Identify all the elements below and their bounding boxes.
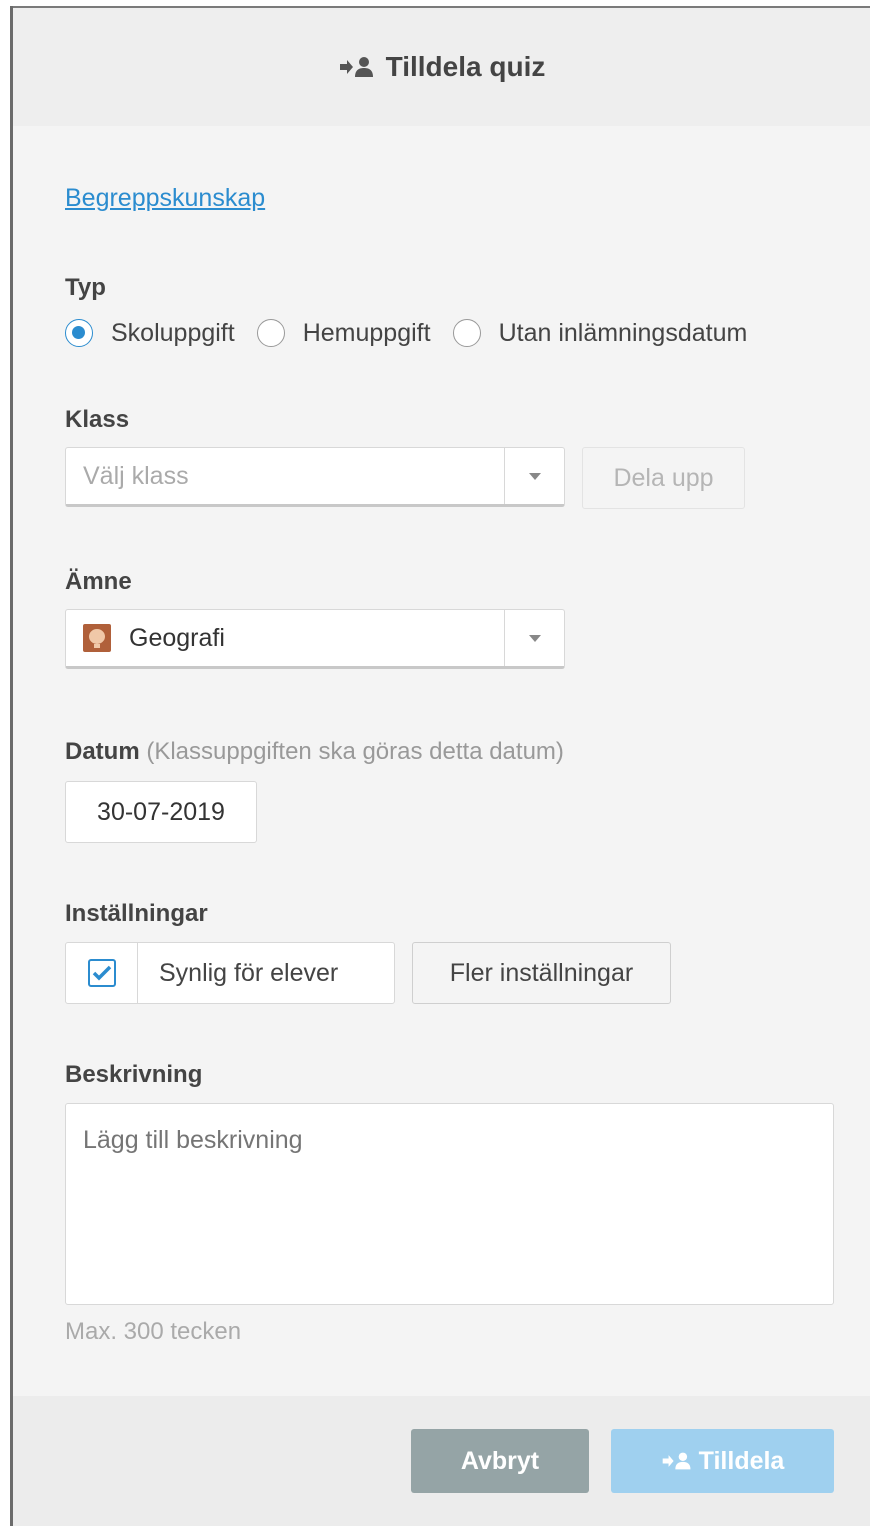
radio-label: Utan inlämningsdatum: [498, 318, 748, 347]
radio-school-assignment[interactable]: Skoluppgift: [65, 319, 235, 348]
date-input[interactable]: 30-07-2019: [65, 781, 257, 843]
more-settings-button[interactable]: Fler inställningar: [412, 942, 671, 1004]
date-label: Datum (Klassuppgiften ska göras detta da…: [65, 738, 564, 766]
subject-value-text: Geografi: [129, 623, 225, 652]
assign-button-label: Tilldela: [698, 1446, 785, 1475]
visible-checkbox[interactable]: [87, 959, 116, 987]
dialog-footer: Avbryt Tilldela: [13, 1396, 870, 1526]
date-hint: (Klassuppgiften ska göras detta datum): [146, 738, 564, 765]
radio-label: Hemuppgift: [302, 318, 431, 347]
radio-no-due-date[interactable]: Utan inlämningsdatum: [452, 318, 748, 348]
class-select-placeholder: Välj klass: [83, 461, 189, 490]
class-select[interactable]: Välj klass: [65, 447, 565, 507]
split-button[interactable]: Dela upp: [582, 447, 745, 509]
dialog-body: Begreppskunskap Typ Skoluppgift Hemuppgi…: [13, 126, 870, 1396]
radio-button-checked[interactable]: [65, 319, 93, 347]
date-label-text: Datum: [65, 738, 140, 765]
assign-quiz-dialog: Tilldela quiz Begreppskunskap Typ Skolup…: [13, 8, 870, 1526]
radio-button[interactable]: [452, 319, 481, 347]
subject-select[interactable]: Geografi: [65, 609, 565, 669]
settings-label: Inställningar: [65, 900, 208, 927]
description-textarea[interactable]: [65, 1103, 834, 1305]
geography-subject-icon: [83, 624, 111, 652]
assign-user-icon: [662, 1452, 691, 1470]
assign-button[interactable]: Tilldela: [611, 1429, 834, 1493]
type-radio-group: Skoluppgift Hemuppgift Utan inlämningsda…: [65, 316, 769, 350]
dialog-title: Tilldela quiz: [385, 51, 546, 82]
radio-button[interactable]: [256, 319, 285, 347]
description-label: Beskrivning: [65, 1061, 203, 1088]
dialog-header: Tilldela quiz: [13, 8, 870, 126]
visible-for-students-label: Synlig för elever: [159, 958, 339, 987]
subject-select-value: Geografi: [66, 624, 504, 653]
chevron-down-icon: [528, 472, 541, 480]
description-max-note: Max. 300 tecken: [65, 1318, 242, 1345]
class-label: Klass: [65, 406, 130, 433]
radio-label: Skoluppgift: [111, 318, 235, 347]
subject-dropdown-toggle[interactable]: [504, 610, 564, 666]
visible-for-students-toggle: Synlig för elever: [65, 942, 395, 1004]
class-dropdown-toggle[interactable]: [504, 448, 564, 504]
subject-label: Ämne: [65, 568, 132, 595]
radio-homework[interactable]: Hemuppgift: [256, 318, 431, 348]
visible-checkbox-container[interactable]: [66, 943, 138, 1003]
quiz-name-link[interactable]: Begreppskunskap: [65, 184, 265, 213]
cancel-button[interactable]: Avbryt: [411, 1429, 589, 1493]
chevron-down-icon: [528, 634, 541, 642]
checkmark-icon: [92, 965, 111, 981]
type-label: Typ: [65, 274, 106, 301]
assign-user-icon: [339, 57, 373, 77]
